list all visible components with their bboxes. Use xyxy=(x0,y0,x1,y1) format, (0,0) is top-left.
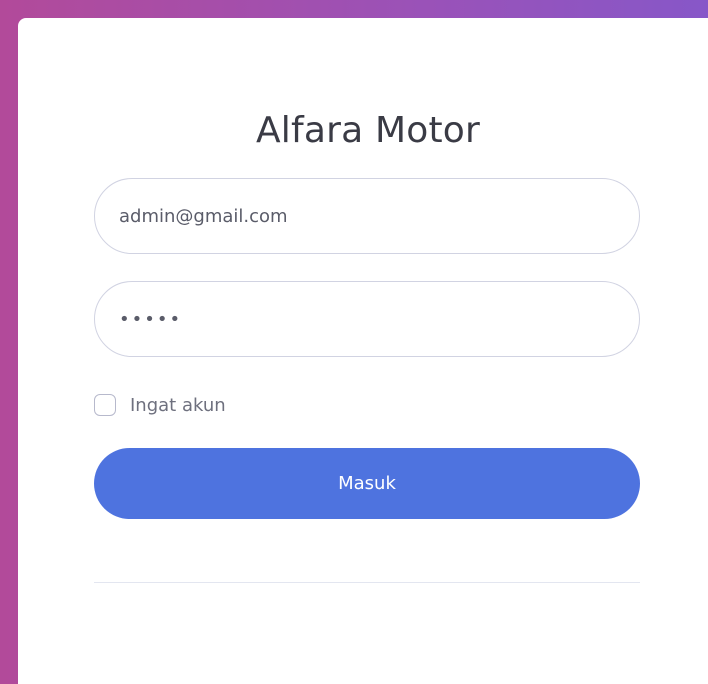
remember-row[interactable]: Ingat akun xyxy=(94,392,226,418)
password-field[interactable] xyxy=(94,281,640,357)
remember-label[interactable]: Ingat akun xyxy=(130,395,226,416)
page-title: Alfara Motor xyxy=(255,110,481,151)
login-button[interactable]: Masuk xyxy=(94,448,640,519)
login-card: Alfara Motor Ingat akun Masuk xyxy=(18,18,708,684)
divider xyxy=(94,582,640,583)
remember-checkbox[interactable] xyxy=(94,394,116,416)
email-field[interactable] xyxy=(94,178,640,254)
